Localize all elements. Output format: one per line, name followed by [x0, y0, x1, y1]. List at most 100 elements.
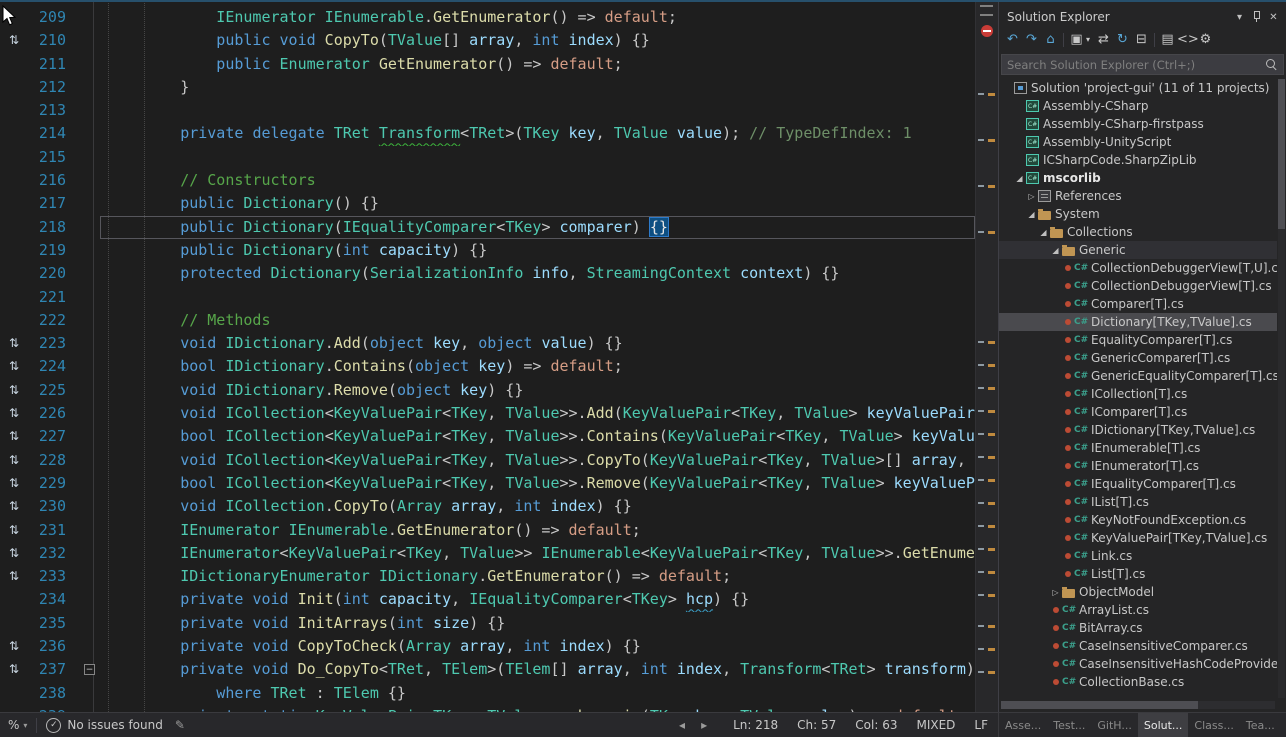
tree-item[interactable]: C#List[T].cs [999, 565, 1277, 583]
tree-item[interactable]: Assembly-UnityScript [999, 133, 1277, 151]
member-nav-icon[interactable]: ⇅ [9, 476, 19, 490]
panel-tab-tea[interactable]: Tea... [1240, 713, 1281, 737]
tree-item[interactable]: C#IComparer[T].cs [999, 403, 1277, 421]
new-view-icon[interactable]: ▣ [1067, 32, 1086, 47]
editor-scrollbar[interactable] [975, 0, 998, 712]
nav-forward-icon[interactable]: ↷ [1022, 32, 1041, 47]
tree-item[interactable]: C#IList[T].cs [999, 493, 1277, 511]
code-text[interactable]: private static KeyValuePair<TKey, TValue… [100, 705, 975, 712]
nav-back-icon[interactable]: ↶ [1003, 32, 1022, 47]
code-text[interactable]: IEnumerator<KeyValuePair<TKey, TValue>> … [100, 542, 975, 565]
tree-item[interactable]: C#EqualityComparer[T].cs [999, 331, 1277, 349]
tree-item[interactable]: C#CaseInsensitiveHashCodeProvider.cs [999, 655, 1277, 673]
member-nav-icon[interactable]: ⇅ [9, 336, 19, 350]
tree-item[interactable]: C#KeyValuePair[TKey,TValue].cs [999, 529, 1277, 547]
home-icon[interactable]: ⌂ [1041, 32, 1060, 47]
tree-item[interactable]: C#Dictionary[TKey,TValue].cs [999, 313, 1277, 331]
breakpoint-margin[interactable] [0, 309, 28, 332]
code-text[interactable]: void ICollection<KeyValuePair<TKey, TVal… [100, 402, 975, 425]
edit-status-icon[interactable]: ✎ [175, 718, 185, 732]
member-nav-icon[interactable]: ⇅ [9, 569, 19, 583]
tree-item[interactable]: C#IEnumerable[T].cs [999, 439, 1277, 457]
close-icon[interactable]: ✕ [1265, 12, 1282, 23]
tree-item[interactable]: C#IEnumerator[T].cs [999, 457, 1277, 475]
tree-item[interactable]: Solution 'project-gui' (11 of 11 project… [999, 79, 1277, 97]
collapsed-arrow-icon[interactable]: ▷ [1050, 588, 1061, 597]
code-text[interactable]: public Enumerator GetEnumerator() => def… [100, 53, 975, 76]
member-nav-icon[interactable]: ⇅ [9, 546, 19, 560]
breakpoint-margin[interactable] [0, 192, 28, 215]
tree-item[interactable]: C#GenericEqualityComparer[T].cs [999, 367, 1277, 385]
code-text[interactable]: private void InitArrays(int size) {} [100, 612, 975, 635]
breakpoint-margin[interactable] [0, 588, 28, 611]
scrollbar-thumb[interactable] [1001, 701, 1198, 709]
member-nav-icon[interactable]: ⇅ [9, 639, 19, 653]
member-nav-icon[interactable]: ⇅ [9, 406, 19, 420]
breakpoint-margin[interactable] [0, 169, 28, 192]
tree-item[interactable]: ▷References [999, 187, 1277, 205]
next-arrow-icon[interactable]: ▸ [701, 718, 707, 732]
tree-item[interactable]: C#BitArray.cs [999, 619, 1277, 637]
panel-tab-class[interactable]: Class... [1188, 713, 1239, 737]
panel-tab-asse[interactable]: Asse... [999, 713, 1047, 737]
breakpoint-margin[interactable] [0, 122, 28, 145]
issues-status[interactable]: ✓ No issues found [46, 718, 162, 733]
expanded-arrow-icon[interactable]: ◢ [1026, 210, 1037, 219]
document-health-indicator[interactable] [981, 25, 993, 37]
breakpoint-margin[interactable] [0, 262, 28, 285]
breakpoint-margin[interactable] [0, 239, 28, 262]
member-nav-icon[interactable]: ⇅ [9, 359, 19, 373]
breakpoint-margin[interactable]: ⇅ [0, 635, 28, 658]
code-text[interactable]: IDictionaryEnumerator IDictionary.GetEnu… [100, 565, 975, 588]
zoom-control[interactable]: % ▾ [8, 718, 27, 732]
tree-item[interactable]: C#IDictionary[TKey,TValue].cs [999, 421, 1277, 439]
tree-item[interactable]: C#CollectionDebuggerView[T].cs [999, 277, 1277, 295]
panel-tab-gith[interactable]: GitH... [1091, 713, 1137, 737]
search-input[interactable]: Search Solution Explorer (Ctrl+;) [1001, 54, 1284, 75]
member-nav-icon[interactable]: ⇅ [9, 662, 19, 676]
breakpoint-margin[interactable] [0, 99, 28, 122]
panel-title-bar[interactable]: Solution Explorer ▾ ✕ [999, 0, 1286, 27]
dropdown-caret-icon[interactable]: ▾ [1086, 35, 1094, 44]
code-text[interactable] [100, 286, 975, 309]
panel-tab-test[interactable]: Test... [1047, 713, 1091, 737]
pin-icon[interactable] [1248, 10, 1265, 25]
breakpoint-margin[interactable] [0, 286, 28, 309]
tree-item[interactable]: Assembly-CSharp [999, 97, 1277, 115]
tree-item[interactable]: C#IEqualityComparer[T].cs [999, 475, 1277, 493]
tree-item[interactable]: ◢mscorlib [999, 169, 1277, 187]
prev-arrow-icon[interactable]: ◂ [679, 718, 685, 732]
tree-item[interactable]: C#KeyNotFoundException.cs [999, 511, 1277, 529]
breakpoint-margin[interactable]: ⇅ [0, 472, 28, 495]
tree-item[interactable]: C#Comparer[T].cs [999, 295, 1277, 313]
refresh-icon[interactable]: ↻ [1113, 32, 1132, 47]
breakpoint-margin[interactable]: ⇅ [0, 332, 28, 355]
code-text[interactable]: private delegate TRet Transform<TRet>(TK… [100, 122, 975, 145]
member-nav-icon[interactable]: ⇅ [9, 383, 19, 397]
code-text[interactable]: where TRet : TElem {} [100, 682, 975, 705]
breakpoint-margin[interactable]: ⇅ [0, 495, 28, 518]
code-text[interactable]: public Dictionary() {} [100, 192, 975, 215]
member-nav-icon[interactable]: ⇅ [9, 429, 19, 443]
code-text[interactable]: public void CopyTo(TValue[] array, int i… [100, 29, 975, 52]
tree-horizontal-scrollbar[interactable] [1001, 701, 1275, 709]
breakpoint-margin[interactable] [0, 146, 28, 169]
tree-item[interactable]: C#ArrayList.cs [999, 601, 1277, 619]
breakpoint-margin[interactable] [0, 682, 28, 705]
breakpoint-margin[interactable]: ⇅ [0, 565, 28, 588]
code-text[interactable]: IEnumerator IEnumerable.GetEnumerator() … [100, 6, 975, 29]
encoding-indicator[interactable]: MIXED [916, 718, 955, 732]
tree-item[interactable]: ◢Generic [999, 241, 1277, 259]
expanded-arrow-icon[interactable]: ◢ [1038, 228, 1049, 237]
code-text[interactable]: bool ICollection<KeyValuePair<TKey, TVal… [100, 425, 975, 448]
sync-active-document-icon[interactable]: ⇄ [1094, 32, 1113, 47]
tree-vertical-scrollbar[interactable] [1278, 79, 1285, 698]
code-text[interactable]: } [100, 76, 975, 99]
code-text[interactable]: void IDictionary.Remove(object key) {} [100, 379, 975, 402]
code-text[interactable]: void ICollection.CopyTo(Array array, int… [100, 495, 975, 518]
code-text[interactable]: bool ICollection<KeyValuePair<TKey, TVal… [100, 472, 975, 495]
code-text[interactable]: // Constructors [100, 169, 975, 192]
breakpoint-margin[interactable] [0, 705, 28, 712]
breakpoint-margin[interactable] [0, 216, 28, 239]
collapsed-arrow-icon[interactable]: ▷ [1026, 192, 1037, 201]
